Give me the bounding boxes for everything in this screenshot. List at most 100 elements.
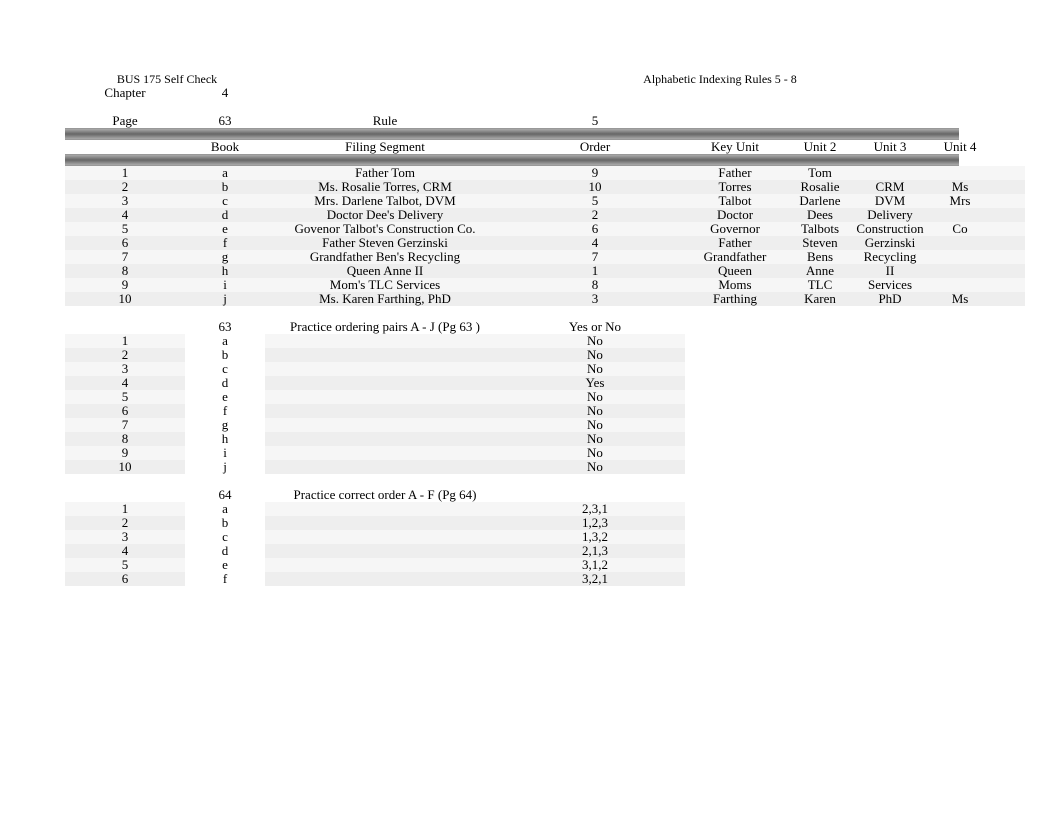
row-filing-segment: Grandfather Ben's Recycling — [265, 250, 505, 264]
divider-bar — [65, 128, 959, 140]
row-blank — [265, 418, 505, 432]
table-row: 2bMs. Rosalie Torres, CRM10TorresRosalie… — [65, 180, 1025, 194]
table-row: 1aFather Tom9FatherTom — [65, 166, 1025, 180]
row-filing-segment: Doctor Dee's Delivery — [265, 208, 505, 222]
row-blank — [265, 390, 505, 404]
row-order: 5 — [505, 194, 685, 208]
row-num: 10 — [65, 460, 185, 474]
row-book: g — [185, 250, 265, 264]
hdr-key-unit: Key Unit — [685, 140, 785, 154]
row-unit2: Anne — [785, 264, 855, 278]
section3-page: 64 — [185, 488, 265, 502]
row-answer: No — [505, 404, 685, 418]
row-num: 5 — [65, 222, 185, 236]
doc-title-right: Alphabetic Indexing Rules 5 - 8 — [265, 72, 995, 86]
row-unit2: Bens — [785, 250, 855, 264]
row-blank — [265, 432, 505, 446]
row-answer: No — [505, 432, 685, 446]
table-header: Book Filing Segment Order Key Unit Unit … — [65, 140, 1025, 154]
hdr-book: Book — [185, 140, 265, 154]
row-num: 1 — [65, 166, 185, 180]
row-answer: 2,3,1 — [505, 502, 685, 516]
row-blank — [265, 572, 505, 586]
table-row: 5e3,1,2 — [65, 558, 1025, 572]
row-num: 4 — [65, 208, 185, 222]
row-filing-segment: Queen Anne II — [265, 264, 505, 278]
row-key-unit: Doctor — [685, 208, 785, 222]
table-row: 3c1,3,2 — [65, 530, 1025, 544]
row-unit3: CRM — [855, 180, 925, 194]
table-row: 8hNo — [65, 432, 1025, 446]
page-rule-row: Page 63 Rule 5 — [65, 114, 1025, 128]
row-book: h — [185, 264, 265, 278]
row-num: 7 — [65, 250, 185, 264]
row-num: 3 — [65, 530, 185, 544]
row-book: g — [185, 418, 265, 432]
row-num: 2 — [65, 348, 185, 362]
row-filing-segment: Mrs. Darlene Talbot, DVM — [265, 194, 505, 208]
row-key-unit: Governor — [685, 222, 785, 236]
chapter-number: 4 — [185, 86, 265, 100]
row-book: f — [185, 404, 265, 418]
row-order: 3 — [505, 292, 685, 306]
row-book: b — [185, 348, 265, 362]
row-filing-segment: Father Tom — [265, 166, 505, 180]
hdr-unit3: Unit 3 — [855, 140, 925, 154]
row-num: 6 — [65, 572, 185, 586]
row-filing-segment: Govenor Talbot's Construction Co. — [265, 222, 505, 236]
row-order: 2 — [505, 208, 685, 222]
table-row: 1aNo — [65, 334, 1025, 348]
row-key-unit: Talbot — [685, 194, 785, 208]
table-row: 9iMom's TLC Services8MomsTLCServices — [65, 278, 1025, 292]
row-unit4: Co — [925, 222, 995, 236]
row-book: j — [185, 292, 265, 306]
row-book: d — [185, 376, 265, 390]
row-filing-segment: Mom's TLC Services — [265, 278, 505, 292]
rule-label: Rule — [265, 114, 505, 128]
row-blank — [265, 530, 505, 544]
hdr-unit4: Unit 4 — [925, 140, 995, 154]
row-book: c — [185, 530, 265, 544]
table-row: 4dYes — [65, 376, 1025, 390]
row-book: i — [185, 278, 265, 292]
row-filing-segment: Ms. Karen Farthing, PhD — [265, 292, 505, 306]
row-order: 6 — [505, 222, 685, 236]
row-unit4 — [925, 236, 995, 250]
row-answer: Yes — [505, 376, 685, 390]
hdr-unit2: Unit 2 — [785, 140, 855, 154]
practice-order-table: 1a2,3,12b1,2,33c1,3,24d2,1,35e3,1,26f3,2… — [65, 502, 1025, 586]
row-num: 5 — [65, 558, 185, 572]
row-unit2: Darlene — [785, 194, 855, 208]
doc-title-left: BUS 175 Self Check — [65, 72, 265, 86]
row-answer: No — [505, 460, 685, 474]
row-unit3: II — [855, 264, 925, 278]
table-row: 7gNo — [65, 418, 1025, 432]
row-key-unit: Father — [685, 236, 785, 250]
row-unit4 — [925, 166, 995, 180]
row-num: 4 — [65, 544, 185, 558]
row-num: 8 — [65, 432, 185, 446]
hdr-filing-segment: Filing Segment — [265, 140, 505, 154]
row-num: 6 — [65, 404, 185, 418]
row-blank — [265, 544, 505, 558]
row-unit3: PhD — [855, 292, 925, 306]
row-unit2: Talbots — [785, 222, 855, 236]
title-row: BUS 175 Self Check Alphabetic Indexing R… — [65, 72, 1025, 86]
table-row: 3cNo — [65, 362, 1025, 376]
row-answer: 3,2,1 — [505, 572, 685, 586]
row-blank — [265, 516, 505, 530]
row-book: d — [185, 208, 265, 222]
row-unit2: Tom — [785, 166, 855, 180]
table-row: 9iNo — [65, 446, 1025, 460]
row-book: j — [185, 460, 265, 474]
table-row: 1a2,3,1 — [65, 502, 1025, 516]
row-book: a — [185, 166, 265, 180]
section2-header: 63 Practice ordering pairs A - J (Pg 63 … — [65, 320, 1025, 334]
row-key-unit: Farthing — [685, 292, 785, 306]
row-book: e — [185, 558, 265, 572]
row-key-unit: Grandfather — [685, 250, 785, 264]
page-number: 63 — [185, 114, 265, 128]
row-blank — [265, 460, 505, 474]
row-unit3: Recycling — [855, 250, 925, 264]
row-unit3: Delivery — [855, 208, 925, 222]
